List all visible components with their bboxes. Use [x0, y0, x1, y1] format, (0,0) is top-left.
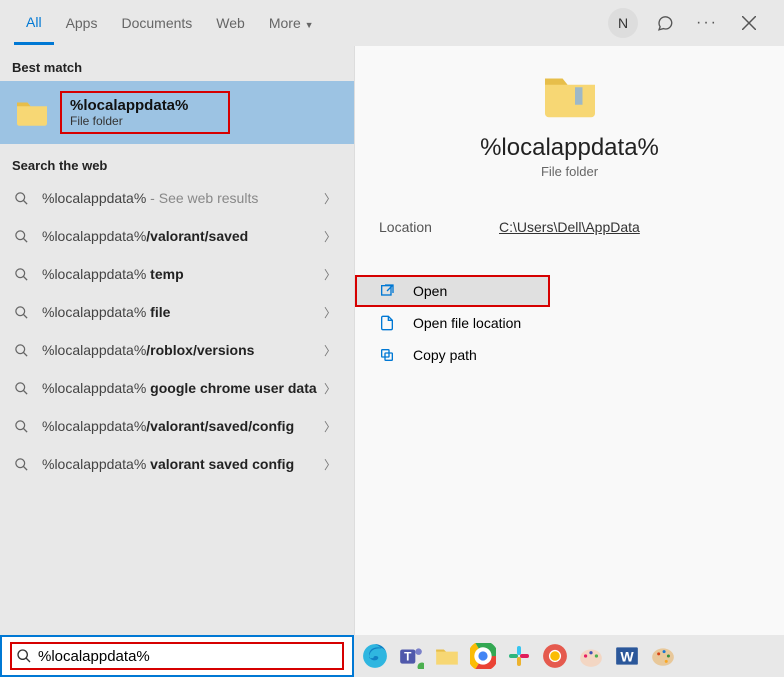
tab-apps[interactable]: Apps [54, 3, 110, 43]
section-best-match: Best match [0, 46, 354, 81]
chevron-down-icon: ▼ [305, 20, 314, 30]
user-avatar[interactable]: N [607, 7, 639, 39]
menu-icon[interactable]: ··· [691, 7, 723, 39]
location-value[interactable]: C:\Users\Dell\AppData [499, 219, 640, 235]
copy-icon [379, 347, 399, 363]
action-open-label: Open [413, 283, 447, 299]
web-result-text: %localappdata% google chrome user data [42, 380, 320, 396]
web-result[interactable]: %localappdata% google chrome user data〉 [0, 369, 354, 407]
chevron-right-icon[interactable]: 〉 [320, 342, 340, 359]
web-result-text: %localappdata%/valorant/saved [42, 228, 320, 244]
paint-icon[interactable] [576, 641, 606, 671]
taskbar: T W [354, 635, 784, 677]
search-icon [14, 457, 32, 472]
preview-panel: %localappdata% File folder Location C:\U… [354, 46, 784, 635]
web-result-text: %localappdata% - See web results [42, 190, 320, 206]
tab-all[interactable]: All [14, 2, 54, 45]
search-icon [14, 229, 32, 244]
chevron-right-icon[interactable]: 〉 [320, 418, 340, 435]
web-result[interactable]: %localappdata% temp〉 [0, 255, 354, 293]
web-result-text: %localappdata% temp [42, 266, 320, 282]
svg-text:W: W [620, 648, 634, 664]
folder-icon [540, 66, 600, 126]
feedback-icon[interactable] [649, 7, 681, 39]
best-match-item[interactable]: %localappdata% File folder [0, 81, 354, 144]
tab-more[interactable]: More ▼ [257, 3, 326, 43]
search-icon [16, 648, 32, 664]
location-row: Location C:\Users\Dell\AppData [355, 209, 784, 245]
preview-title: %localappdata% [355, 134, 784, 162]
web-result[interactable]: %localappdata% file〉 [0, 293, 354, 331]
preview-subtitle: File folder [355, 164, 784, 179]
tab-documents[interactable]: Documents [109, 3, 204, 43]
chrome-icon[interactable] [468, 641, 498, 671]
search-icon [14, 305, 32, 320]
slack-icon[interactable] [504, 641, 534, 671]
web-result[interactable]: %localappdata% - See web results〉 [0, 179, 354, 217]
web-result[interactable]: %localappdata% valorant saved config〉 [0, 445, 354, 483]
bottom-bar: T W [0, 635, 784, 677]
action-open-location-label: Open file location [413, 315, 521, 331]
search-input[interactable] [38, 648, 338, 665]
section-search-web: Search the web [0, 144, 354, 179]
chevron-right-icon[interactable]: 〉 [320, 456, 340, 473]
chevron-right-icon[interactable]: 〉 [320, 380, 340, 397]
search-icon [14, 191, 32, 206]
chevron-right-icon[interactable]: 〉 [320, 304, 340, 321]
search-icon [14, 419, 32, 434]
chrome-canary-icon[interactable] [540, 641, 570, 671]
web-result[interactable]: %localappdata%/valorant/saved/config〉 [0, 407, 354, 445]
svg-text:T: T [404, 649, 412, 663]
web-result-text: %localappdata%/valorant/saved/config [42, 418, 320, 434]
chevron-right-icon[interactable]: 〉 [320, 190, 340, 207]
action-copy-path-label: Copy path [413, 347, 477, 363]
chevron-right-icon[interactable]: 〉 [320, 228, 340, 245]
tab-bar: All Apps Documents Web More ▼ N ··· [0, 0, 784, 46]
best-match-title: %localappdata% [70, 97, 188, 114]
action-open-location[interactable]: Open file location [355, 307, 784, 339]
search-icon [14, 381, 32, 396]
palette-icon[interactable] [648, 641, 678, 671]
folder-icon [14, 95, 50, 131]
web-result[interactable]: %localappdata%/roblox/versions〉 [0, 331, 354, 369]
results-panel: Best match %localappdata% File folder Se… [0, 46, 354, 635]
edge-icon[interactable] [360, 641, 390, 671]
open-icon [379, 283, 399, 299]
web-result-text: %localappdata% valorant saved config [42, 456, 320, 472]
close-icon[interactable] [733, 7, 765, 39]
search-box[interactable] [0, 635, 354, 677]
teams-icon[interactable]: T [396, 641, 426, 671]
action-copy-path[interactable]: Copy path [355, 339, 784, 371]
file-location-icon [379, 315, 399, 331]
location-label: Location [379, 219, 499, 235]
best-match-subtitle: File folder [70, 114, 188, 128]
word-icon[interactable]: W [612, 641, 642, 671]
chevron-right-icon[interactable]: 〉 [320, 266, 340, 283]
web-result[interactable]: %localappdata%/valorant/saved〉 [0, 217, 354, 255]
action-open[interactable]: Open [355, 275, 550, 307]
explorer-icon[interactable] [432, 641, 462, 671]
search-icon [14, 267, 32, 282]
web-result-text: %localappdata% file [42, 304, 320, 320]
search-icon [14, 343, 32, 358]
web-result-text: %localappdata%/roblox/versions [42, 342, 320, 358]
tab-web[interactable]: Web [204, 3, 257, 43]
